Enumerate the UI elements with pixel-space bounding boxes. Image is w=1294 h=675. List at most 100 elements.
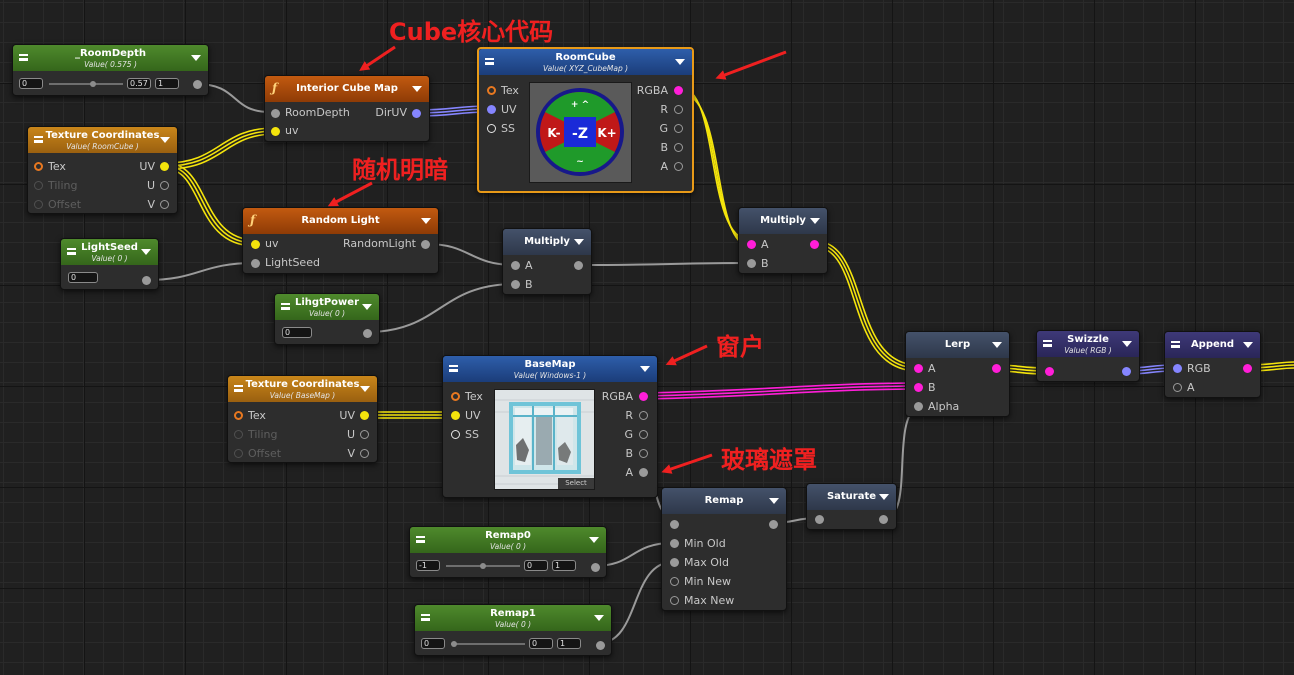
- input-port-max-new[interactable]: [670, 596, 679, 605]
- input-port-uv[interactable]: [271, 127, 280, 136]
- output-port[interactable]: [591, 563, 600, 572]
- node-basemap[interactable]: BaseMap Value( Windows-1 ) Tex UV SS Sel…: [442, 355, 658, 498]
- value-slider[interactable]: [451, 643, 525, 645]
- node-header[interactable]: _RoomDepth Value( 0.575 ): [13, 45, 208, 71]
- menu-icon[interactable]: [416, 536, 425, 543]
- input-port-b[interactable]: [914, 383, 923, 392]
- menu-icon[interactable]: [281, 303, 290, 310]
- output-port[interactable]: [596, 641, 605, 650]
- node-header[interactable]: ƒ Interior Cube Map: [265, 76, 429, 102]
- collapse-arrow-icon[interactable]: [160, 137, 170, 143]
- input-port-alpha[interactable]: [914, 402, 923, 411]
- output-port-u[interactable]: [360, 430, 369, 439]
- collapse-arrow-icon[interactable]: [675, 59, 685, 65]
- node-remap0[interactable]: Remap0 Value( 0 ) -1 0 1: [409, 526, 607, 578]
- menu-icon[interactable]: [67, 248, 76, 255]
- output-port-v[interactable]: [360, 449, 369, 458]
- value-field[interactable]: 0: [68, 272, 98, 283]
- node-remap1[interactable]: Remap1 Value( 0 ) 0 0 1: [414, 604, 612, 656]
- collapse-arrow-icon[interactable]: [191, 55, 201, 61]
- input-port-uv[interactable]: [487, 105, 496, 114]
- max-field[interactable]: 1: [557, 638, 581, 649]
- output-port[interactable]: [193, 80, 202, 89]
- output-port-a[interactable]: [674, 162, 683, 171]
- node-header[interactable]: Multiply: [739, 208, 827, 234]
- node-swizzle[interactable]: Swizzle Value( RGB ): [1036, 330, 1140, 382]
- collapse-arrow-icon[interactable]: [589, 537, 599, 543]
- input-port-b[interactable]: [511, 280, 520, 289]
- input-port-a[interactable]: [1173, 383, 1182, 392]
- value-field[interactable]: 0: [524, 560, 548, 571]
- value-field[interactable]: 0: [529, 638, 553, 649]
- slider-knob[interactable]: [90, 81, 96, 87]
- input-port-value[interactable]: [670, 520, 679, 529]
- input-port[interactable]: [815, 515, 824, 524]
- node-texcoords-base[interactable]: Texture Coordinates Value( BaseMap ) Tex…: [227, 375, 378, 463]
- input-port-a[interactable]: [914, 364, 923, 373]
- output-port-rgba[interactable]: [639, 392, 648, 401]
- collapse-arrow-icon[interactable]: [992, 342, 1002, 348]
- input-port-tex[interactable]: [487, 86, 496, 95]
- output-port-g[interactable]: [639, 430, 648, 439]
- output-port-g[interactable]: [674, 124, 683, 133]
- slider-knob[interactable]: [451, 641, 457, 647]
- min-field[interactable]: -1: [416, 560, 440, 571]
- input-port-uv[interactable]: [251, 240, 260, 249]
- output-port[interactable]: [769, 520, 778, 529]
- node-header[interactable]: Swizzle Value( RGB ): [1037, 331, 1139, 357]
- node-header[interactable]: Remap1 Value( 0 ): [415, 605, 611, 631]
- menu-icon[interactable]: [485, 58, 494, 65]
- node-saturate[interactable]: Saturate: [806, 483, 897, 530]
- node-lightseed[interactable]: LightSeed Value( 0 ) 0: [60, 238, 159, 290]
- output-port[interactable]: [574, 261, 583, 270]
- node-header[interactable]: RoomCube Value( XYZ_CubeMap ): [479, 49, 692, 75]
- input-port-uv[interactable]: [451, 411, 460, 420]
- value-slider[interactable]: [49, 83, 123, 85]
- menu-icon[interactable]: [421, 614, 430, 621]
- node-lihgtpower[interactable]: LihgtPower Value( 0 ) 0: [274, 293, 380, 345]
- node-roomdepth[interactable]: _RoomDepth Value( 0.575 ) 0 0.57 1: [12, 44, 209, 96]
- node-header[interactable]: LihgtPower Value( 0 ): [275, 294, 379, 320]
- output-port[interactable]: [363, 329, 372, 338]
- collapse-arrow-icon[interactable]: [141, 249, 151, 255]
- input-port-roomdepth[interactable]: [271, 109, 280, 118]
- node-header[interactable]: Append: [1165, 332, 1260, 358]
- node-header[interactable]: BaseMap Value( Windows-1 ): [443, 356, 657, 382]
- input-port-rgb[interactable]: [1173, 364, 1182, 373]
- output-port-u[interactable]: [160, 181, 169, 190]
- input-port-tex[interactable]: [34, 162, 43, 171]
- texture-preview[interactable]: Select: [494, 389, 595, 490]
- node-header[interactable]: Remap0 Value( 0 ): [410, 527, 606, 553]
- collapse-arrow-icon[interactable]: [769, 498, 779, 504]
- collapse-arrow-icon[interactable]: [1122, 341, 1132, 347]
- collapse-arrow-icon[interactable]: [412, 86, 422, 92]
- output-port-diruv[interactable]: [412, 109, 421, 118]
- collapse-arrow-icon[interactable]: [594, 615, 604, 621]
- input-port-min-old[interactable]: [670, 539, 679, 548]
- collapse-arrow-icon[interactable]: [1243, 342, 1253, 348]
- output-port-r[interactable]: [639, 411, 648, 420]
- output-port-rgba[interactable]: [674, 86, 683, 95]
- input-port-offset[interactable]: [34, 200, 43, 209]
- node-multiply-2[interactable]: Multiply A B: [738, 207, 828, 274]
- node-header[interactable]: Remap: [662, 488, 786, 514]
- collapse-arrow-icon[interactable]: [879, 494, 889, 500]
- input-port-tex[interactable]: [234, 411, 243, 420]
- node-lerp[interactable]: Lerp A B Alpha: [905, 331, 1010, 417]
- menu-icon[interactable]: [19, 54, 28, 61]
- node-header[interactable]: Texture Coordinates Value( BaseMap ): [228, 376, 377, 402]
- menu-icon[interactable]: [234, 385, 243, 392]
- menu-icon[interactable]: [1043, 340, 1052, 347]
- output-port-a[interactable]: [639, 468, 648, 477]
- collapse-arrow-icon[interactable]: [362, 304, 372, 310]
- min-field[interactable]: 0: [421, 638, 445, 649]
- menu-icon[interactable]: [34, 136, 43, 143]
- node-multiply-1[interactable]: Multiply A B: [502, 228, 592, 295]
- output-port-uv[interactable]: [360, 411, 369, 420]
- min-field[interactable]: 0: [19, 78, 43, 89]
- input-port-a[interactable]: [747, 240, 756, 249]
- collapse-arrow-icon[interactable]: [640, 366, 650, 372]
- input-port-lightseed[interactable]: [251, 259, 260, 268]
- output-port-randomlight[interactable]: [421, 240, 430, 249]
- output-port[interactable]: [1122, 367, 1131, 376]
